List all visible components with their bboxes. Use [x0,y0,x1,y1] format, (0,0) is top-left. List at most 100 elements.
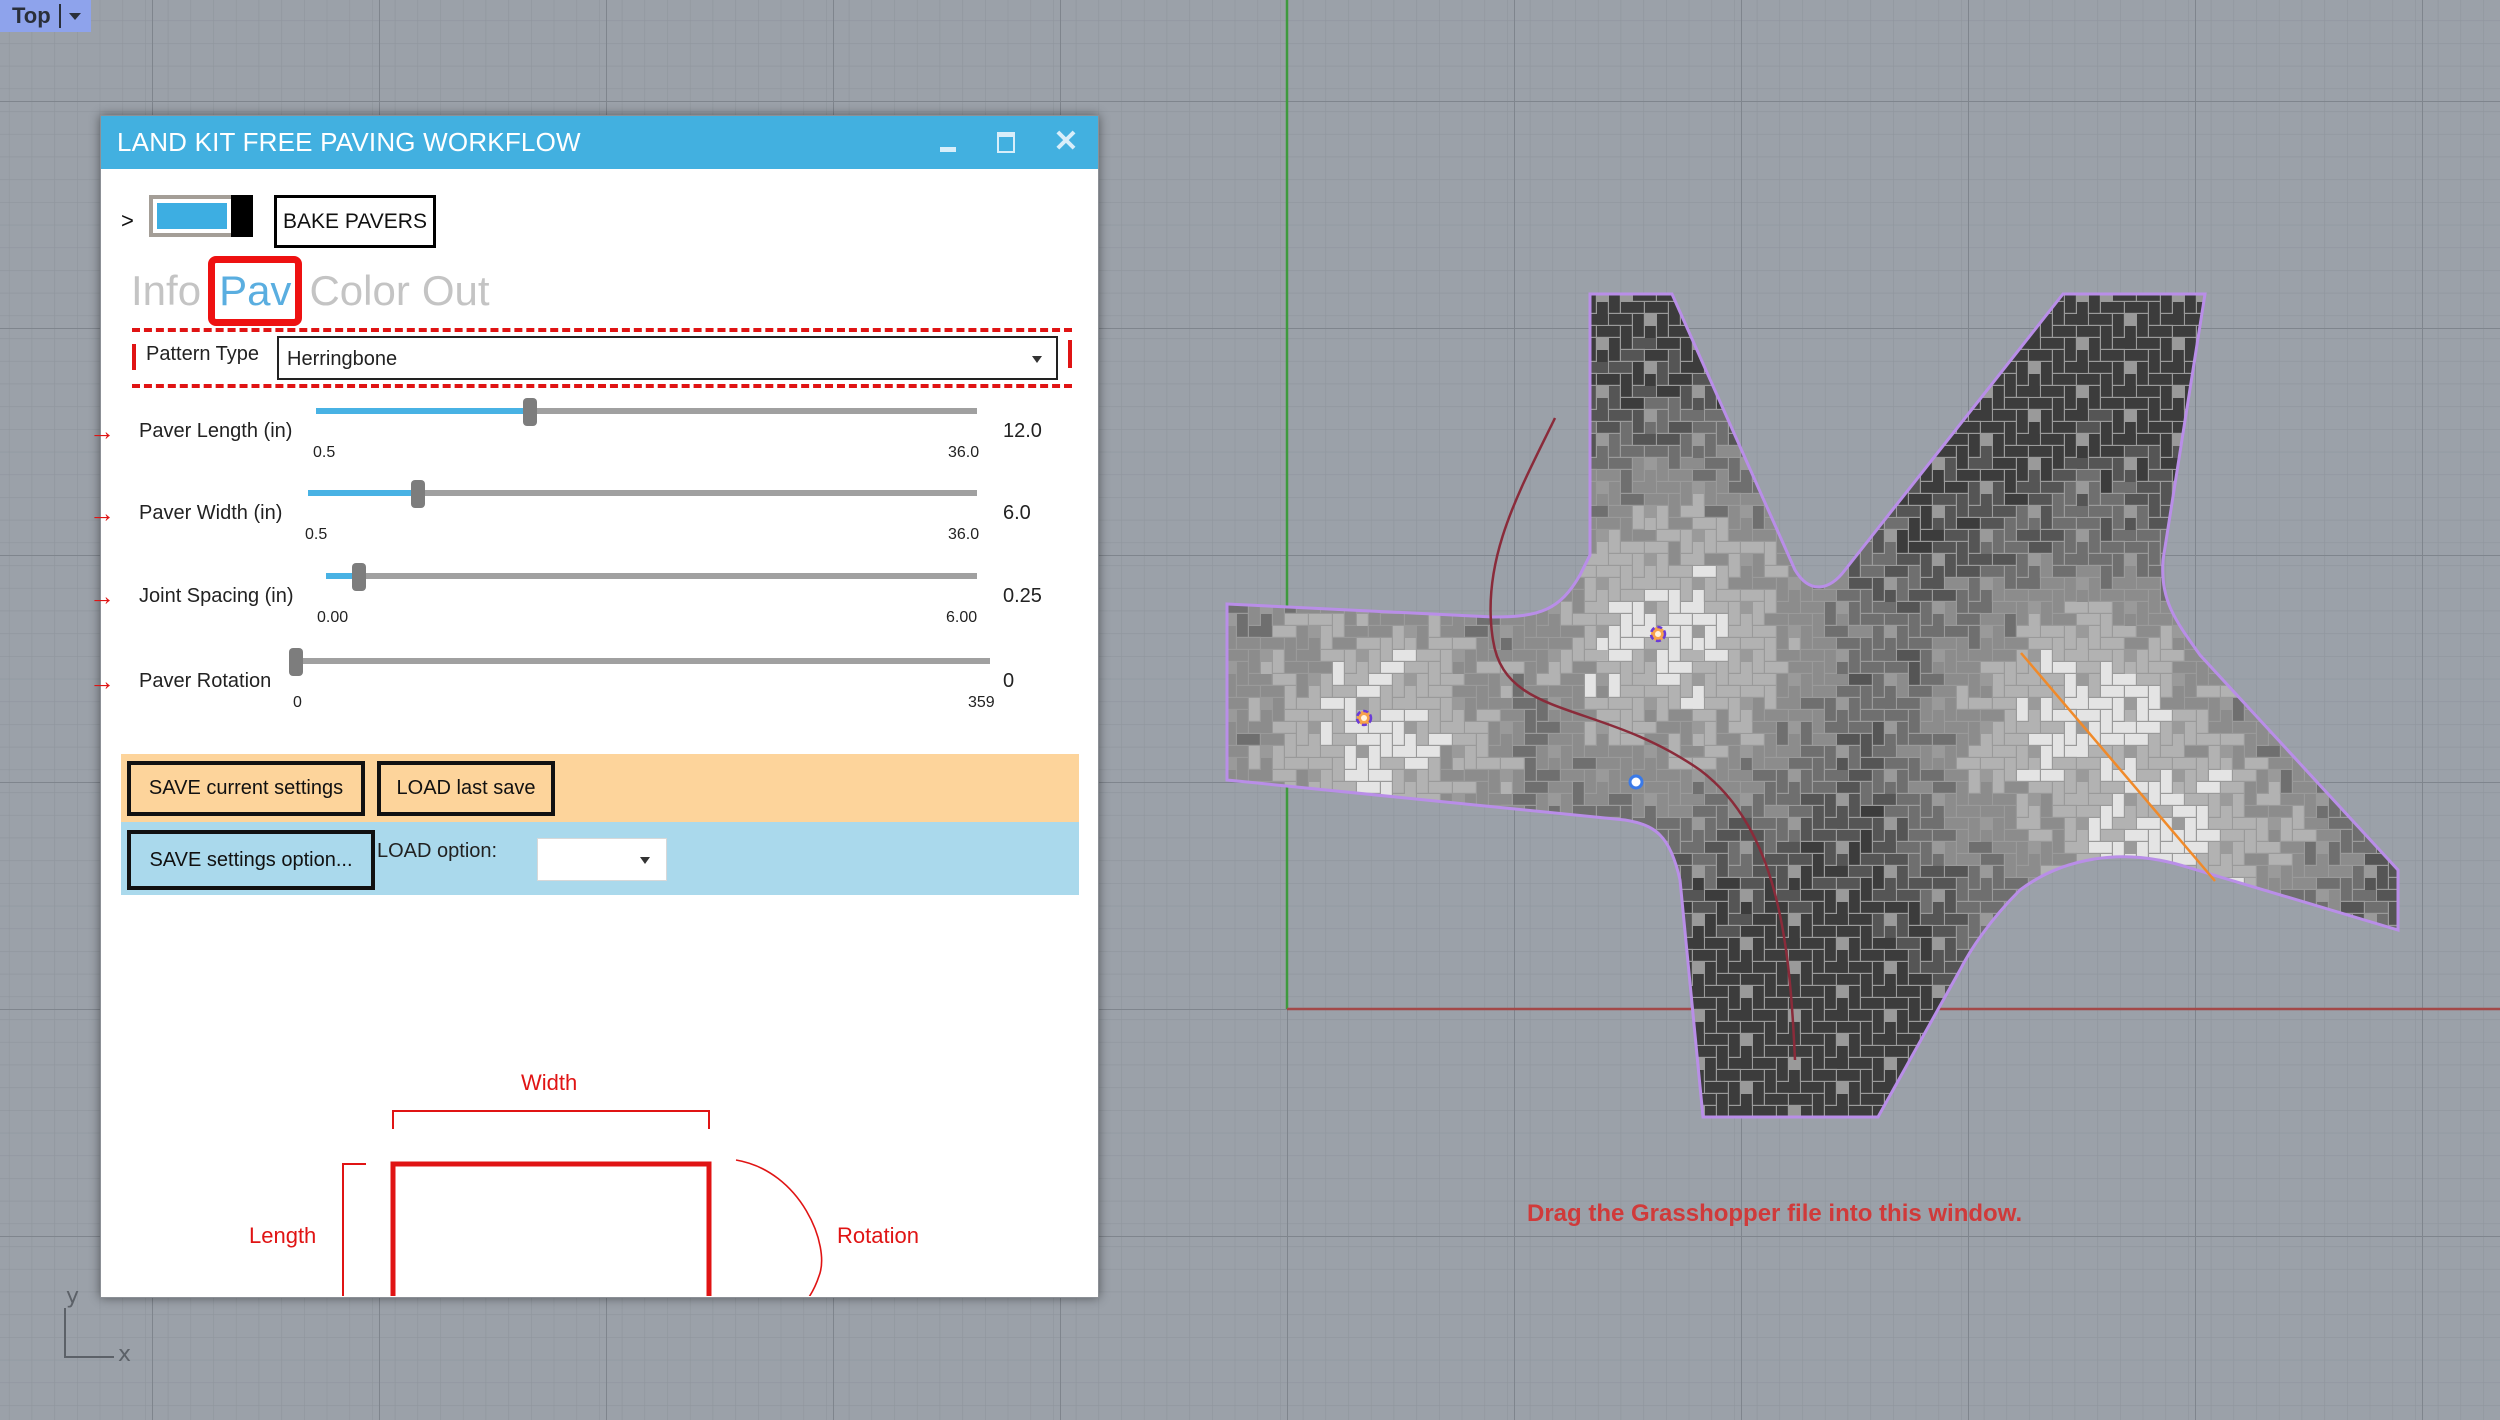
paver-tile [1885,998,1908,1009]
paver-tile [2077,758,2100,769]
paver-tile [2137,506,2148,529]
paver-tile [1981,854,2004,865]
paver-tile [1777,986,1800,997]
bake-pavers-button[interactable]: BAKE PAVERS [274,195,436,248]
paver-tile [1621,662,1632,685]
slider-track[interactable] [316,408,977,414]
dialog-titlebar[interactable]: LAND KIT FREE PAVING WORKFLOW ✕ [101,116,1098,169]
paver-tile [2053,446,2064,469]
paver-tile [1861,926,1872,949]
paver-tile [2197,782,2220,793]
save-current-settings-button[interactable]: SAVE current settings [127,761,365,816]
pattern-type-dropdown[interactable]: Herringbone [277,336,1058,380]
paver-tile [1381,638,1392,661]
paver-tile [1717,710,1728,733]
slider-thumb[interactable] [351,563,366,591]
paver-tile [2185,794,2208,805]
paver-tile [1849,650,1860,673]
paver-tile [1417,674,1428,697]
paver-tile [2293,854,2304,877]
chevron-down-icon[interactable] [68,12,81,20]
paver-tile [2005,470,2016,493]
expander-chevron-icon[interactable]: > [121,208,134,234]
paver-tile [2149,494,2160,517]
paver-tile [2185,722,2196,745]
paver-tile [1429,638,1452,649]
paver-tile [1777,770,1788,793]
paver-tile [1681,842,1704,853]
paver-tile [2005,614,2016,637]
paver-tile [1705,938,1728,949]
paver-tile [1657,698,1668,721]
paver-tile [2125,638,2148,649]
paver-tile [2125,830,2148,841]
slider-thumb[interactable] [289,648,303,676]
save-settings-option-button[interactable]: SAVE settings option... [127,830,375,890]
paver-tile [1729,578,1752,589]
slider-track[interactable] [296,658,990,664]
paver-tile [1849,1082,1860,1105]
paver-tile [1849,1106,1872,1117]
paver-tile [2065,770,2076,793]
paver-tile [1813,758,1824,781]
paver-tile [1681,338,1692,361]
paver-tile [1717,590,1740,601]
paver-tile [1873,602,1896,613]
paver-tile [2137,482,2160,493]
paver-tile [2029,590,2052,601]
slider-track[interactable] [326,573,977,579]
tab-color[interactable]: Color [309,261,409,321]
viewport-name-menu[interactable]: Top [0,0,91,32]
paver-tile [1741,734,1764,745]
paver-tile [2113,698,2124,721]
paver-tile [1873,674,1884,697]
attractor-point-1[interactable] [1355,709,1373,727]
paver-tile [1813,998,1824,1021]
paver-tile [1969,794,1992,805]
slider-track[interactable] [308,490,977,496]
paver-tile [1861,662,1884,673]
tab-out[interactable]: Out [422,261,490,321]
paver-tile [1633,746,1644,769]
paver-tile [1861,1046,1884,1057]
paver-tile [1573,758,1596,769]
slider-thumb[interactable] [410,480,425,508]
paver-tile [1333,662,1344,685]
paver-tile [1705,962,1716,985]
paver-tile [1741,878,1764,889]
paver-tile [1321,722,1332,745]
tab-info[interactable]: Info [131,261,201,321]
paver-tile [1621,422,1632,445]
slider-thumb[interactable] [523,398,538,426]
close-button[interactable]: ✕ [1046,124,1086,160]
paver-tile [1873,770,1884,793]
paver-tile [1897,1010,1908,1033]
paver-tile [1297,722,1308,745]
paver-tile [1801,626,1812,649]
load-last-save-button[interactable]: LOAD last save [377,761,555,816]
minimize-button[interactable] [928,124,968,160]
preview-toggle[interactable] [149,195,253,237]
paver-tile [1849,722,1872,733]
paver-tile [1873,626,1884,649]
paver-tile [2089,434,2100,457]
origin-point[interactable] [1628,774,1644,790]
paver-tile [2233,866,2256,877]
paver-tile [1777,794,1800,805]
paver-tile [1957,638,1968,661]
load-option-dropdown[interactable] [537,838,667,881]
paver-tile [1945,674,1968,685]
paver-tile [1681,626,1692,649]
paver-tile [1537,722,1560,733]
paver-tile [1525,710,1536,733]
paver-tile [1969,410,1992,421]
paver-tile [1945,818,1968,829]
maximize-button[interactable] [986,124,1026,160]
paver-tile [1825,938,1836,961]
tab-pav[interactable]: Pav [208,256,303,326]
attractor-point-2[interactable] [1649,625,1667,643]
paver-tile [1825,818,1848,829]
paver-tile [1705,434,1716,457]
paver-tile [1885,710,1908,721]
paver-tile [1657,578,1680,589]
